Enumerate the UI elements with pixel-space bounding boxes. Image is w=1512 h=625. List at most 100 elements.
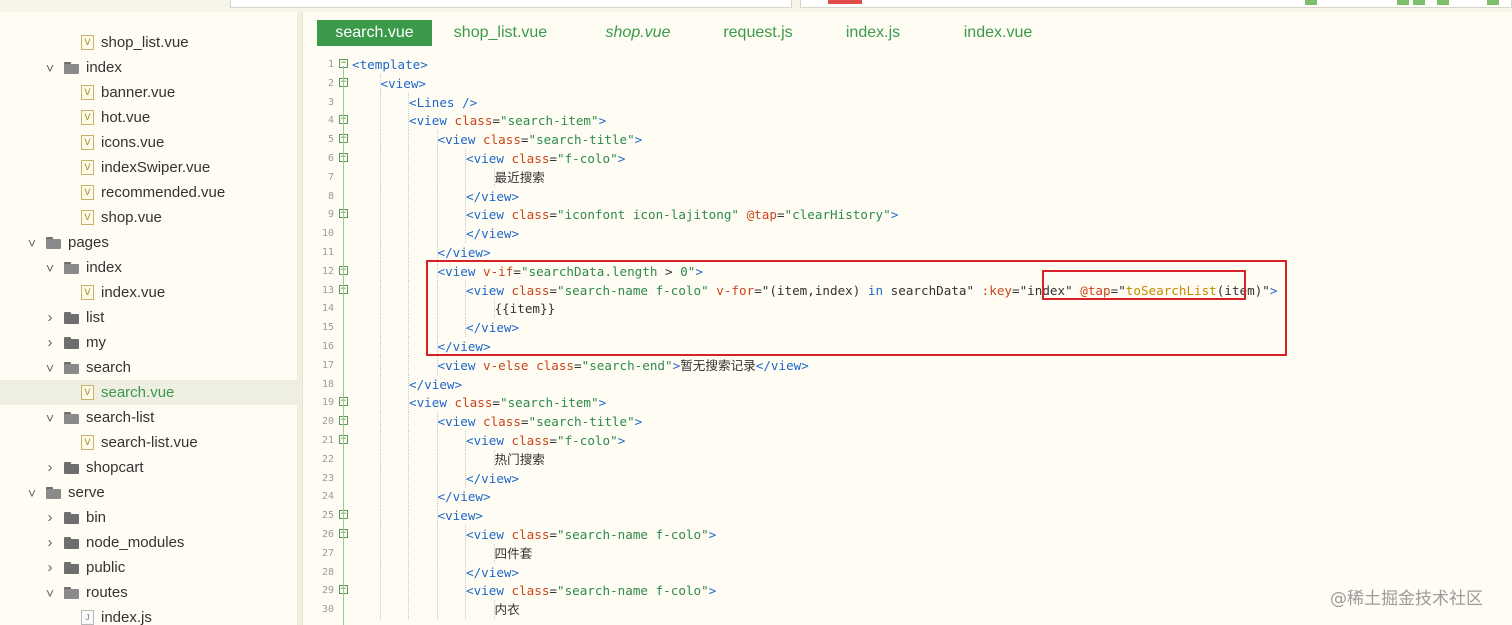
tree-item[interactable]: ˅ index [0,55,297,80]
line-number: 16 [321,341,334,352]
code-token: = [549,207,558,223]
toolbar-green-icon [1437,0,1449,5]
code-token: class [454,395,493,411]
code-text: <view v-else class="search-end">暂无搜索记录</… [438,356,809,375]
tab-shop-vue[interactable]: shop.vue [588,20,688,46]
tree-item[interactable]: › list [0,305,297,330]
indent-guide [379,431,381,450]
indent-guide [408,205,409,225]
tab-search-vue[interactable]: search.vue [317,20,432,46]
tree-item[interactable]: ˅ index [0,255,297,280]
line-number: 17 [321,359,334,371]
toolbar-green-icon [1413,0,1425,5]
tree-item[interactable]: Vicons.vue [0,130,297,155]
code-token: 内衣 [494,602,520,618]
code-text: </view> [409,375,462,394]
tree-item[interactable]: Jindex.js [0,605,297,625]
tree-item-label: banner.vue [101,84,176,101]
folder-open-icon [64,411,79,424]
code-token: </view> [437,245,491,260]
tree-item-label: indexSwiper.vue [101,159,211,176]
tree-item[interactable]: › shopcart [0,455,297,480]
tab-index-js[interactable]: index.js [823,20,923,46]
chevron-right-icon[interactable]: › [44,309,56,326]
chevron-down-icon[interactable]: ˅ [44,360,56,376]
tree-item-label: search [86,359,132,376]
tree-item[interactable]: › public [0,555,297,580]
chevron-right-icon[interactable]: › [44,534,56,551]
code-line: 17 <view v-else class="search-end">暂无搜索记录… [303,355,1512,375]
tree-item[interactable]: ˅ serve [0,480,297,505]
chevron-down-icon[interactable]: ˅ [44,260,56,276]
code-token: = [574,357,582,373]
code-line: 22 热门搜索 [303,449,1512,469]
code-text: </view> [466,224,519,243]
indent-guide [408,581,409,601]
tree-item[interactable]: Vrecommended.vue [0,180,297,205]
indent-guide [436,167,438,187]
chevron-down-icon[interactable]: ˅ [44,60,56,76]
tree-item[interactable]: ˅ search [0,355,297,380]
code-token: "f-colo" [557,433,618,448]
chevron-right-icon[interactable]: › [44,459,56,476]
tree-item[interactable]: Vbanner.vue [0,80,297,105]
code-line: 8 </view> [303,186,1512,206]
indent-guide [379,318,381,338]
tree-item[interactable]: ˅ search-list [0,405,297,430]
tree-item[interactable]: ˅ routes [0,580,297,605]
tree-item[interactable]: Vsearch-list.vue [0,430,297,455]
indent-guide [379,355,381,375]
code-text: 热门搜索 [495,450,545,469]
tree-item[interactable]: › node_modules [0,530,297,555]
indent-guide [408,299,409,319]
code-token: 四件套 [494,545,533,561]
tree-item[interactable]: Vindex.vue [0,280,297,305]
code-token: </view> [466,564,520,580]
line-number: 19 [321,397,334,409]
tab-index-vue[interactable]: index.vue [938,20,1058,46]
line-number: 9 [327,209,334,221]
indent-guide [408,243,409,262]
tree-item[interactable]: › bin [0,505,297,530]
tree-item[interactable]: Vshop_list.vue [0,30,297,55]
tree-item-label: index.vue [101,284,166,301]
code-text: <view class="search-item"> [409,111,606,130]
code-token: <template> [352,57,428,72]
tree-item[interactable]: ˅ pages [0,230,297,255]
tree-item-label: shop_list.vue [101,34,189,51]
tab-shop-list-vue[interactable]: shop_list.vue [443,20,558,46]
tree-item[interactable]: Vhot.vue [0,105,297,130]
toolbar-green-icon [1397,0,1409,5]
chevron-down-icon[interactable]: ˅ [44,585,56,601]
tree-item[interactable]: Vsearch.vue [0,380,297,405]
line-number: 23 [321,472,334,484]
tree-item[interactable]: VindexSwiper.vue [0,155,297,180]
code-token: "clearHistory" [784,207,891,223]
line-number: 22 [321,453,334,465]
chevron-right-icon[interactable]: › [44,509,56,526]
tab-request-js[interactable]: request.js [703,20,813,46]
code-line: 10 </view> [303,224,1512,244]
watermark-text: @稀土掘金技术社区 [1330,589,1483,609]
code-token: class [483,414,521,430]
line-number: 28 [321,566,334,578]
tree-item[interactable]: › my [0,330,297,355]
code-token: <view [409,113,455,129]
indent-guide [408,431,409,450]
top-red-mark [828,0,862,4]
chevron-right-icon[interactable]: › [44,559,56,576]
code-token: <view [466,527,512,542]
chevron-down-icon[interactable]: ˅ [44,410,56,426]
code-token: = [492,395,501,411]
chevron-down-icon[interactable]: ˅ [26,485,38,501]
code-token: <view [437,357,483,373]
tree-item[interactable]: Vshop.vue [0,205,297,230]
code-token: </view> [466,188,520,204]
line-number: 6 [327,153,334,164]
tree-item-label: search.vue [101,384,175,401]
code-text: <view class="iconfont icon-lajitong" @ta… [466,205,898,224]
line-number: 7 [327,171,334,183]
chevron-right-icon[interactable]: › [44,334,56,351]
chevron-down-icon[interactable]: ˅ [26,235,38,251]
indent-guide [408,130,409,150]
